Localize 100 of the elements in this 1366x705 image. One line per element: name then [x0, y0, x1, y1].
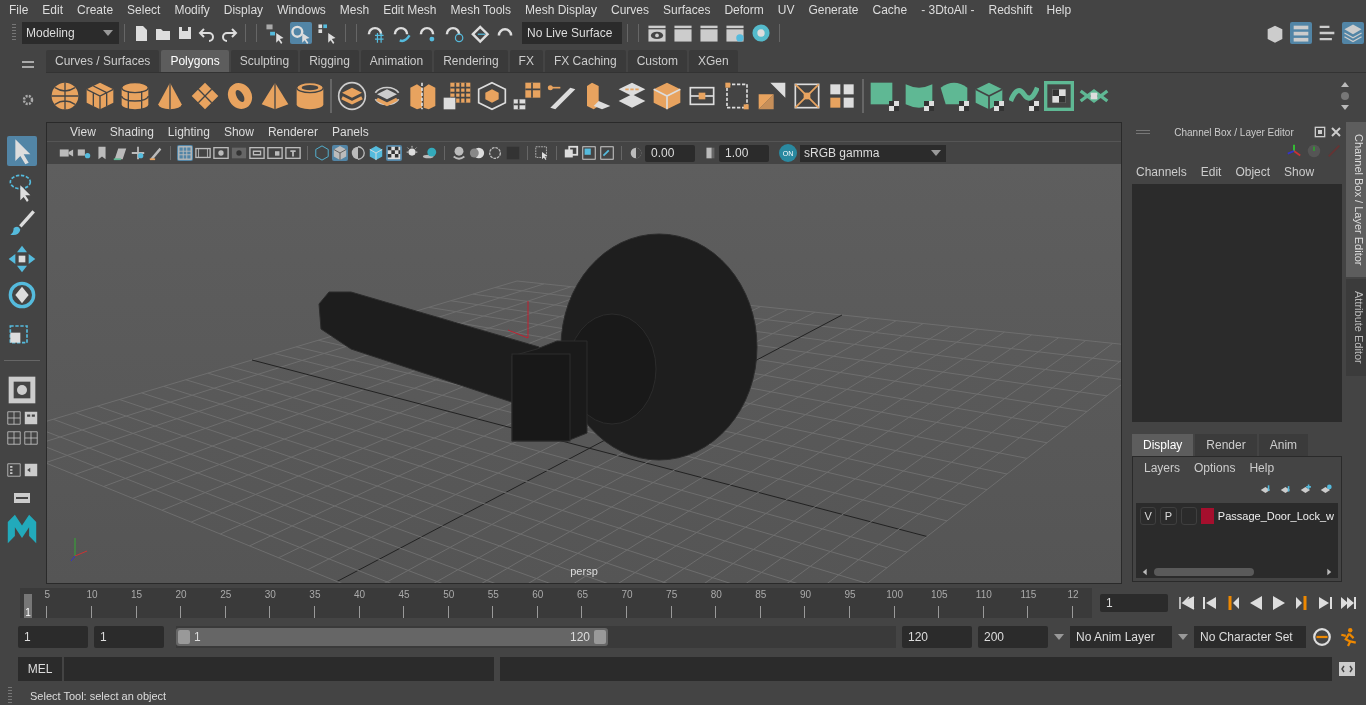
exposure-icon[interactable]	[628, 145, 644, 161]
pencil-icon[interactable]	[148, 145, 164, 161]
scrollbar-thumb[interactable]	[1154, 568, 1254, 576]
channel-menu-item[interactable]: Object	[1235, 165, 1271, 179]
start-time-field[interactable]: 1	[18, 626, 88, 648]
object-select-icon[interactable]	[290, 22, 312, 44]
save-icon[interactable]	[176, 24, 194, 42]
move-icon[interactable]	[7, 244, 37, 274]
step-forward-icon[interactable]	[1316, 594, 1334, 612]
bevel-squares-icon[interactable]	[757, 80, 787, 111]
menu-item[interactable]: File	[2, 3, 36, 17]
playback-start-field[interactable]: 1	[94, 626, 164, 648]
layer-editor-tab[interactable]: Display	[1132, 434, 1194, 456]
menu-item[interactable]: Modify	[167, 3, 217, 17]
go-to-end-icon[interactable]	[1339, 594, 1357, 612]
menu-item[interactable]: Select	[120, 3, 168, 17]
safe-action-icon[interactable]	[267, 145, 283, 161]
caret-icon[interactable]	[1178, 634, 1188, 640]
workspace-dropdown[interactable]: Modeling	[22, 22, 119, 44]
layer-menu-item[interactable]: Options	[1194, 461, 1236, 475]
range-handle[interactable]	[178, 630, 190, 644]
shaded-cube-icon[interactable]	[332, 145, 348, 161]
menu-item[interactable]: Deform	[717, 3, 771, 17]
toolbar-grip[interactable]	[12, 24, 16, 42]
live-surface-field[interactable]: No Live Surface	[522, 22, 622, 44]
checker-icon[interactable]	[386, 145, 402, 161]
menu-item[interactable]: Display	[216, 3, 271, 17]
motion-blur-icon[interactable]	[469, 145, 485, 161]
hypershade-icon[interactable]	[750, 22, 772, 44]
x-ray-joints-icon[interactable]	[581, 145, 597, 161]
shelf-tab[interactable]: Curves / Surfaces	[46, 50, 160, 72]
field-chart-icon[interactable]	[249, 145, 265, 161]
menu-item[interactable]: Edit Mesh	[376, 3, 444, 17]
shelf-tab[interactable]: XGen	[688, 50, 738, 72]
cone-icon[interactable]	[155, 80, 185, 111]
gamma-field[interactable]: 1.00	[719, 144, 769, 162]
manipulator-axes-icon[interactable]	[1286, 143, 1302, 159]
range-slider-track[interactable]: 1 120	[176, 626, 896, 648]
toolbar-grip[interactable]	[8, 687, 12, 705]
side-by-side-layout-icon[interactable]	[23, 411, 38, 425]
range-handle[interactable]	[594, 630, 606, 644]
character-set-dropdown[interactable]: No Character Set	[1194, 626, 1306, 648]
running-figure-icon[interactable]	[1338, 627, 1358, 647]
current-time-marker[interactable]: 1	[24, 594, 32, 618]
component-select-icon[interactable]	[316, 22, 338, 44]
safe-title-icon[interactable]	[285, 145, 301, 161]
pipe-icon[interactable]	[295, 80, 325, 111]
shelf-tab[interactable]: Animation	[360, 50, 433, 72]
x-ray-components-icon[interactable]	[599, 145, 615, 161]
channel-box-icon[interactable]	[1342, 22, 1364, 44]
shelf-tab[interactable]: Rendering	[434, 50, 508, 72]
scroll-right-icon[interactable]	[1324, 567, 1334, 577]
float-window-icon[interactable]	[1314, 126, 1326, 138]
menu-item[interactable]: Edit	[35, 3, 71, 17]
playback-toggle[interactable]: P	[1160, 507, 1177, 525]
shelf-tab[interactable]: Rigging	[300, 50, 359, 72]
menu-item[interactable]: UV	[770, 3, 802, 17]
panel-grip[interactable]	[1136, 130, 1150, 134]
shelf-tab[interactable]: FX Caching	[544, 50, 626, 72]
grid-icon[interactable]	[442, 80, 472, 111]
time-slider[interactable]: 1 5 10 15 20 25 30 35 40 45 50 55 60 65 70 75 80 85 90 95 100 105 110 115 12	[20, 588, 1092, 618]
torus-icon[interactable]	[225, 80, 255, 111]
step-back-icon[interactable]	[1201, 594, 1219, 612]
layers-icon[interactable]	[337, 80, 367, 111]
ambient-occlusion-icon[interactable]	[451, 145, 467, 161]
quad-layout-icon[interactable]	[23, 431, 38, 445]
scroll-left-icon[interactable]	[1140, 567, 1150, 577]
channel-menu-item[interactable]: Show	[1284, 165, 1315, 179]
rotate-icon[interactable]	[7, 280, 37, 310]
layer-menu-item[interactable]: Help	[1249, 461, 1275, 475]
anti-aliasing-icon[interactable]	[487, 145, 503, 161]
panel-menu-item[interactable]: Lighting	[160, 125, 217, 139]
menu-item[interactable]: Help	[1039, 3, 1079, 17]
wire-on-shaded-icon[interactable]	[368, 145, 384, 161]
side-tab[interactable]: Channel Box / Layer Editor	[1346, 122, 1366, 278]
menu-item[interactable]: Windows	[270, 3, 333, 17]
cylinder-icon[interactable]	[120, 80, 150, 111]
menu-item[interactable]: Generate	[801, 3, 866, 17]
menu-item[interactable]: - 3DtoAll -	[914, 3, 982, 17]
menu-item[interactable]: Redshift	[981, 3, 1040, 17]
close-icon[interactable]	[1330, 126, 1342, 138]
shadow-sphere-icon[interactable]	[422, 145, 438, 161]
caret-icon[interactable]	[1054, 634, 1064, 640]
isolate-select-icon[interactable]	[534, 145, 550, 161]
panel-menu-item[interactable]: Renderer	[260, 125, 325, 139]
edge-column-icon[interactable]	[722, 80, 752, 111]
side-tab[interactable]: Attribute Editor	[1346, 279, 1366, 377]
layer-editor-tab[interactable]: Anim	[1258, 434, 1309, 456]
menu-item[interactable]: Mesh	[332, 3, 377, 17]
menu-icon[interactable]	[22, 60, 34, 69]
current-frame-field[interactable]: 1	[1100, 594, 1168, 612]
layer-name[interactable]: Passage_Door_Lock_w	[1217, 510, 1334, 522]
command-input-field[interactable]	[64, 657, 494, 681]
square-checker-icon[interactable]	[869, 80, 899, 111]
block-grid-icon[interactable]	[512, 80, 542, 111]
half-shaded-sphere-icon[interactable]	[350, 145, 366, 161]
end-time-field[interactable]: 200	[978, 626, 1048, 648]
plane-icon[interactable]	[190, 80, 220, 111]
anim-layer-dropdown[interactable]: No Anim Layer	[1070, 626, 1172, 648]
anim-prefs-icon[interactable]	[1312, 627, 1332, 647]
